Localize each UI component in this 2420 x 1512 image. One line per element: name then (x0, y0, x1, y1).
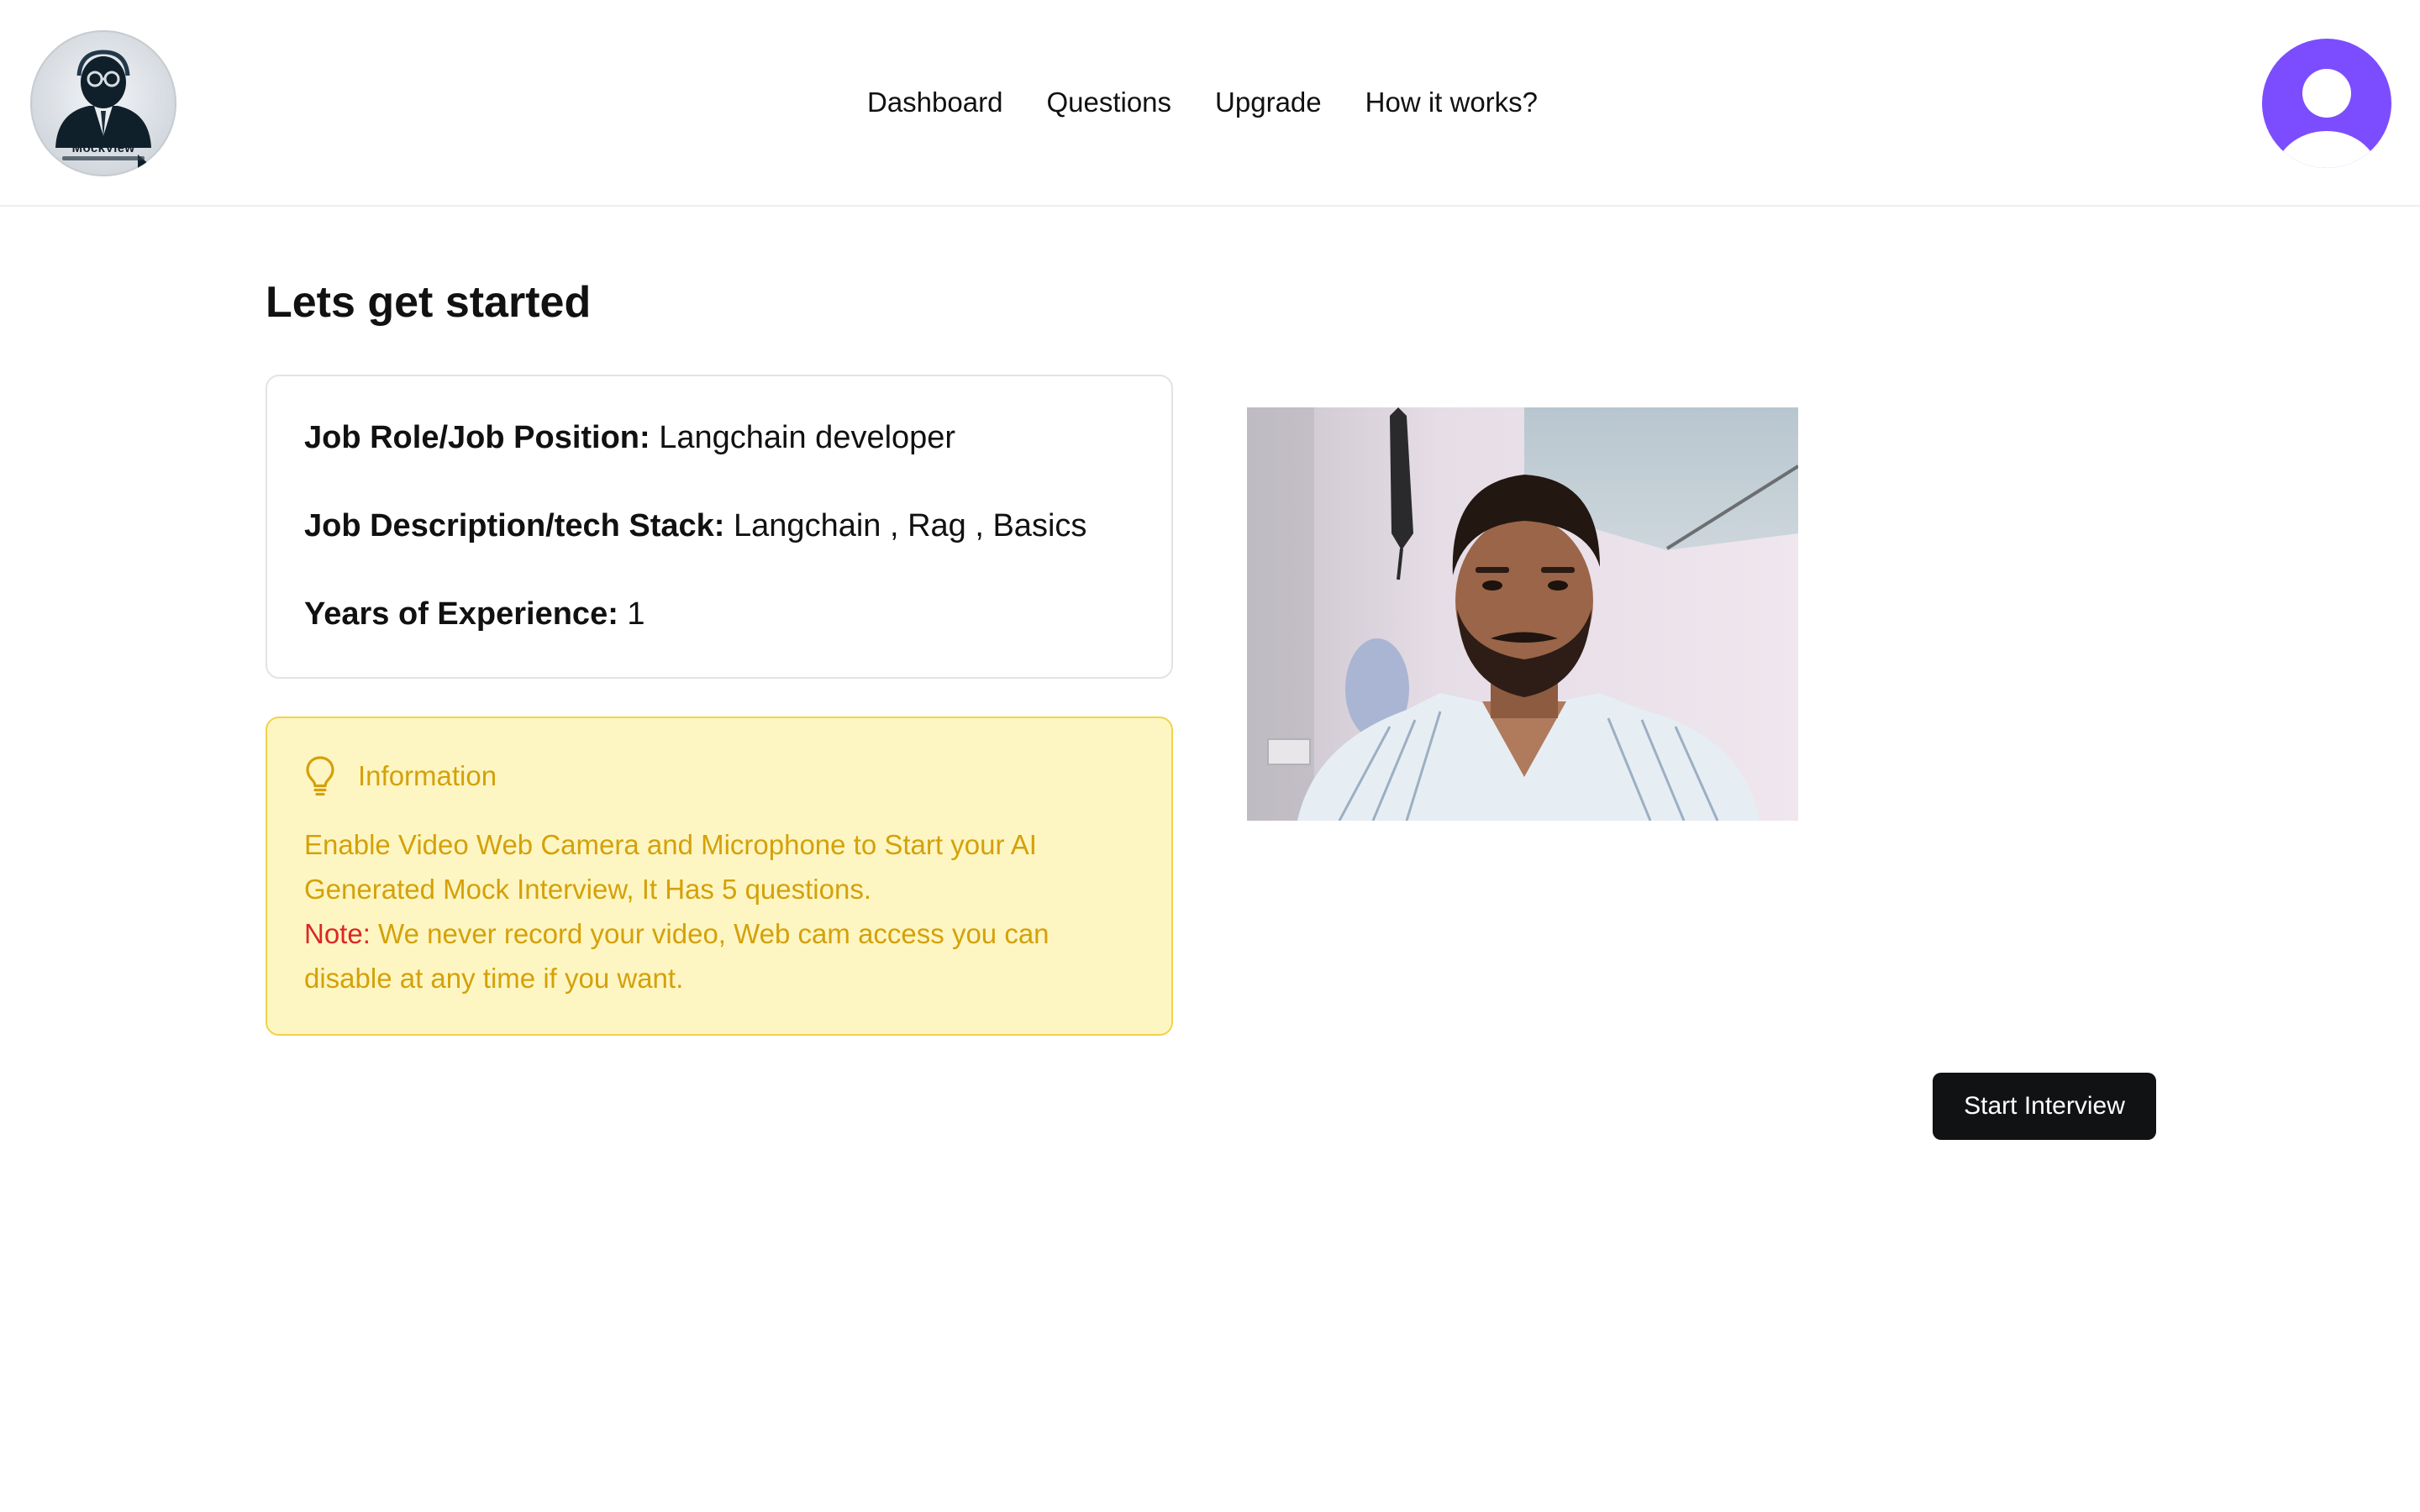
information-text: Enable Video Web Camera and Microphone t… (304, 829, 1037, 905)
webcam-feed-image (1247, 407, 1798, 821)
webcam-preview (1247, 407, 1798, 821)
job-details-card: Job Role/Job Position: Langchain develop… (266, 375, 1173, 679)
job-role-label: Job Role/Job Position: (304, 420, 650, 455)
logo-wordmark: MockView (71, 141, 135, 155)
information-body: Enable Video Web Camera and Microphone t… (304, 822, 1144, 1000)
user-avatar-icon[interactable] (2262, 39, 2391, 168)
start-interview-button[interactable]: Start Interview (1933, 1073, 2156, 1140)
note-label: Note: (304, 918, 371, 949)
page-title: Lets get started (266, 278, 592, 327)
experience-label: Years of Experience: (304, 596, 618, 632)
information-card: Information Enable Video Web Camera and … (266, 717, 1173, 1036)
experience-row: Years of Experience: 1 (304, 596, 645, 633)
nav-questions[interactable]: Questions (1046, 81, 1171, 124)
information-heading: Information (304, 755, 497, 797)
nav-dashboard[interactable]: Dashboard (867, 81, 1002, 124)
logo-tagline-mark (62, 156, 145, 160)
job-description-label: Job Description/tech Stack: (304, 508, 725, 543)
experience-value: 1 (627, 596, 645, 632)
job-role-value: Langchain developer (659, 420, 956, 455)
nav-upgrade[interactable]: Upgrade (1215, 81, 1322, 124)
job-role-row: Job Role/Job Position: Langchain develop… (304, 420, 955, 456)
lightbulb-icon (306, 756, 334, 796)
avatar-body (2274, 131, 2380, 168)
note-text: We never record your video, Web cam acce… (304, 918, 1050, 994)
job-description-row: Job Description/tech Stack: Langchain , … (304, 508, 1086, 544)
main-nav: Dashboard Questions Upgrade How it works… (867, 81, 1581, 124)
information-note: Note: We never record your video, Web ca… (304, 911, 1144, 1000)
information-heading-text: Information (358, 760, 497, 791)
mockview-logo[interactable]: MockView (30, 30, 176, 176)
avatar-head (2302, 69, 2351, 118)
job-description-value: Langchain , Rag , Basics (734, 508, 1087, 543)
nav-how-it-works[interactable]: How it works? (1365, 81, 1538, 124)
top-header: MockView Dashboard Questions Upgrade How… (0, 0, 2420, 207)
